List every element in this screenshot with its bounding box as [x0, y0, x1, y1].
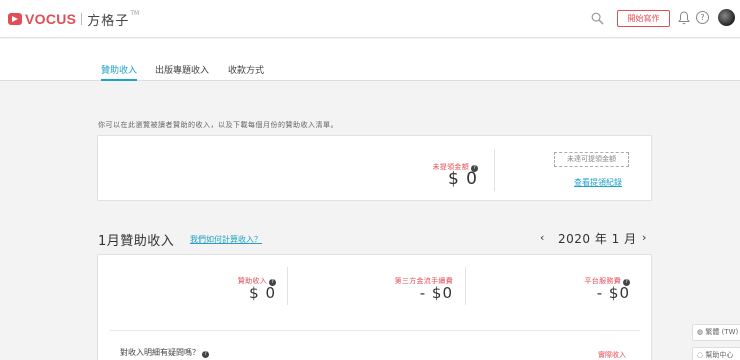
vocus-logo-icon: [8, 13, 22, 25]
language-label: 繁體 (TW): [705, 328, 739, 336]
net-income-label: 實際收入: [598, 351, 626, 359]
help-icon[interactable]: ?: [696, 11, 709, 24]
help-center-label: 幫助中心: [705, 351, 734, 359]
unwithdrawn-amount-value: $ 0: [447, 169, 478, 189]
payment-fee-value: - $0: [419, 284, 453, 302]
chevron-left-icon[interactable]: ‹: [540, 231, 544, 244]
intro-description: 你可以在此瀏覽被讀者贊助的收入，以及下載每個月份的贊助收入清單。: [98, 121, 338, 129]
info-icon[interactable]: ?: [202, 351, 209, 358]
card-divider: [494, 149, 495, 191]
income-calculation-link[interactable]: 我們如何計算收入？: [190, 234, 262, 245]
vocus-logo[interactable]: VOCUS 方格子 TM: [8, 10, 140, 29]
withdraw-history-link[interactable]: 查看提領紀錄: [574, 177, 622, 188]
chevron-right-icon[interactable]: ›: [642, 231, 646, 244]
top-navbar: VOCUS 方格子 TM 開始寫作 ?: [0, 0, 740, 38]
language-switch-button[interactable]: ◍ 繁體 (TW): [692, 324, 740, 341]
brand-subtitle: 方格子: [87, 13, 130, 29]
withdraw-summary-card: 未提領金額? $ 0 未達可提領金額 查看提領紀錄: [97, 135, 652, 201]
sponsorship-income-value: $ 0: [249, 284, 276, 302]
stat-divider: [465, 267, 466, 305]
start-writing-button[interactable]: 開始寫作: [617, 10, 670, 27]
tab-publication-income[interactable]: 出版專題收入: [155, 63, 209, 81]
section-divider: [110, 330, 640, 331]
tab-sponsorship-income[interactable]: 贊助收入: [101, 63, 138, 81]
user-avatar[interactable]: [718, 9, 735, 26]
brand-divider: [81, 13, 83, 25]
notification-bell-icon[interactable]: [678, 11, 690, 25]
monthly-income-card: 贊助收入? $ 0 第三方金流手續費 - $0 平台服務費? - $0 對收入明…: [97, 254, 652, 360]
income-tabs: 贊助收入 出版專題收入 收款方式: [0, 39, 740, 81]
income-question-text: 對收入明細有疑問嗎？: [120, 348, 200, 357]
trademark-mark: TM: [130, 10, 140, 17]
selected-month: 2020 年 1 月: [558, 232, 637, 246]
tab-payment-method[interactable]: 收款方式: [228, 63, 264, 81]
brand-name: VOCUS: [25, 11, 77, 27]
month-income-title: 1月贊助收入: [98, 234, 175, 249]
stat-divider: [287, 267, 288, 305]
platform-fee-value: - $0: [596, 284, 630, 302]
help-center-button[interactable]: ◌ 幫助中心: [692, 347, 740, 360]
search-icon[interactable]: [591, 12, 604, 25]
income-question-group: 對收入明細有疑問嗎？?: [120, 347, 209, 358]
withdraw-threshold-button[interactable]: 未達可提領金額: [554, 152, 629, 167]
